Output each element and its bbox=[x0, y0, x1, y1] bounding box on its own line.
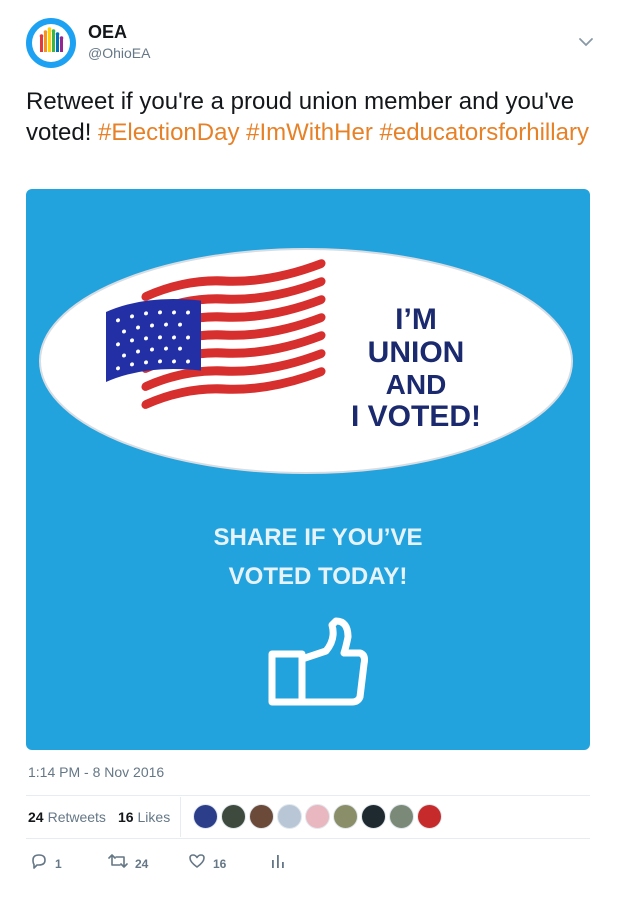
sticker-line-1: I’M bbox=[395, 303, 437, 336]
hashtag-link[interactable]: #ElectionDay bbox=[98, 119, 239, 146]
liker-avatar[interactable] bbox=[249, 804, 274, 829]
likes-label[interactable]: Likes bbox=[138, 809, 171, 825]
tweet-media[interactable]: I’M UNION AND I VOTED! SHARE IF YOU’VE V… bbox=[26, 189, 590, 750]
retweets-label[interactable]: Retweets bbox=[48, 809, 106, 825]
liker-avatar[interactable] bbox=[277, 804, 302, 829]
thumbs-up-icon bbox=[268, 617, 368, 706]
tweet-timestamp[interactable]: 1:14 PM - 8 Nov 2016 bbox=[28, 764, 164, 780]
likes-count[interactable]: 16 bbox=[118, 809, 134, 825]
tweet-header: OEA @OhioEA bbox=[26, 18, 596, 68]
retweet-button[interactable]: 24 bbox=[108, 852, 148, 875]
hashtag-link[interactable]: #ImWithHer bbox=[246, 119, 373, 146]
reply-button[interactable]: 1 bbox=[30, 852, 62, 875]
analytics-button[interactable] bbox=[270, 852, 286, 875]
avatar[interactable] bbox=[26, 18, 76, 68]
reply-icon bbox=[30, 852, 48, 875]
display-name[interactable]: OEA bbox=[88, 21, 150, 43]
sticker-line-4: I VOTED! bbox=[351, 400, 481, 433]
likers-list bbox=[193, 804, 445, 829]
sticker-line-2: UNION bbox=[368, 336, 465, 369]
like-button[interactable]: 16 bbox=[188, 852, 226, 875]
retweets-count[interactable]: 24 bbox=[28, 809, 44, 825]
retweet-icon bbox=[108, 852, 128, 875]
share-line-1: SHARE IF YOU’VE bbox=[214, 524, 423, 551]
liker-avatar[interactable] bbox=[221, 804, 246, 829]
liker-avatar[interactable] bbox=[361, 804, 386, 829]
retweet-count: 24 bbox=[135, 856, 149, 871]
liker-avatar[interactable] bbox=[389, 804, 414, 829]
divider bbox=[26, 795, 590, 796]
analytics-icon bbox=[270, 852, 286, 875]
sticker-line-3: AND bbox=[386, 369, 447, 400]
hashtag-link[interactable]: #educatorsforhillary bbox=[380, 119, 589, 146]
logo-icon bbox=[32, 24, 70, 62]
tweet-text: Retweet if you're a proud union member a… bbox=[26, 86, 596, 148]
liker-avatar[interactable] bbox=[193, 804, 218, 829]
liker-avatar[interactable] bbox=[305, 804, 330, 829]
stats-separator bbox=[180, 797, 181, 837]
share-line-2: VOTED TODAY! bbox=[229, 563, 408, 590]
liker-avatar[interactable] bbox=[417, 804, 442, 829]
chevron-down-icon[interactable] bbox=[576, 32, 596, 52]
tweet-stats: 24 Retweets 16 Likes bbox=[28, 806, 182, 828]
user-handle[interactable]: @OhioEA bbox=[88, 43, 150, 63]
liker-avatar[interactable] bbox=[333, 804, 358, 829]
divider bbox=[26, 838, 590, 839]
like-count: 16 bbox=[213, 856, 227, 871]
like-icon bbox=[188, 852, 206, 875]
reply-count: 1 bbox=[55, 856, 62, 871]
